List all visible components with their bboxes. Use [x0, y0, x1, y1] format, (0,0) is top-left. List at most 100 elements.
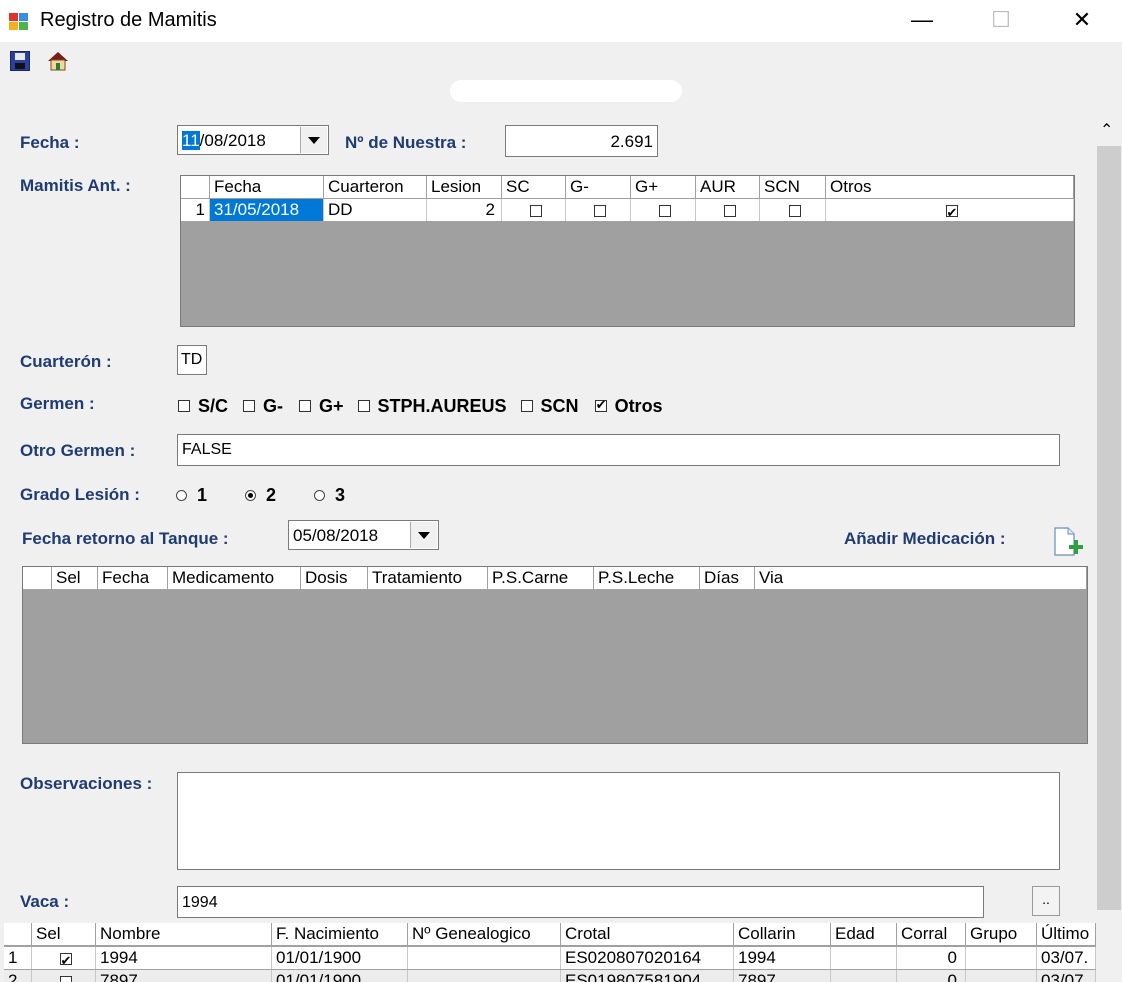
- checkbox-germen-gneg[interactable]: [243, 400, 256, 412]
- cell-otros[interactable]: [826, 199, 1074, 221]
- cell-fnacimiento[interactable]: 01/01/1900: [272, 970, 408, 982]
- radio-grado-1[interactable]: [176, 489, 187, 501]
- home-icon[interactable]: [46, 49, 70, 73]
- cell-crotal[interactable]: ES019807581904: [561, 970, 734, 982]
- checkbox-sel[interactable]: [59, 975, 72, 982]
- col-header-fecha[interactable]: Fecha: [98, 567, 168, 590]
- cell-aur[interactable]: [696, 199, 760, 221]
- col-header-genealogico[interactable]: Nº Genealogico: [408, 923, 561, 946]
- cell-edad[interactable]: [831, 947, 897, 969]
- scroll-up-icon[interactable]: ⌃: [1100, 120, 1113, 140]
- cell-nombre[interactable]: 7897: [96, 970, 272, 982]
- cell-collarin[interactable]: 7897: [734, 970, 831, 982]
- save-icon[interactable]: [10, 51, 30, 71]
- col-header-gpos[interactable]: G+: [631, 176, 696, 199]
- cell-fecha[interactable]: 31/05/2018: [210, 199, 324, 221]
- cell-gpos[interactable]: [631, 199, 696, 221]
- radio-grado-3[interactable]: [314, 489, 326, 501]
- col-header-scn[interactable]: SCN: [760, 176, 826, 199]
- col-header-edad[interactable]: Edad: [831, 923, 897, 946]
- col-header-collarin[interactable]: Collarin: [734, 923, 831, 946]
- col-header-dias[interactable]: Días: [700, 567, 755, 590]
- checkbox-germen-otros[interactable]: [594, 397, 607, 413]
- vaca-browse-button[interactable]: ..: [1032, 886, 1060, 916]
- col-header-sel[interactable]: Sel: [32, 923, 96, 946]
- muestra-field[interactable]: 2.691: [505, 125, 658, 157]
- checkbox-germen-scn[interactable]: [520, 400, 533, 412]
- cell-crotal[interactable]: ES020807020164: [561, 947, 734, 969]
- cell-sc[interactable]: [502, 199, 566, 221]
- col-header-tratamiento[interactable]: Tratamiento: [368, 567, 488, 590]
- fecha-dropdown-button[interactable]: [300, 127, 327, 153]
- checkbox-aur[interactable]: [723, 204, 736, 217]
- cell-edad[interactable]: [831, 970, 897, 982]
- otro-germen-field[interactable]: FALSE: [177, 434, 1060, 466]
- cell-genealogico[interactable]: [408, 970, 561, 982]
- col-header-ps-carne[interactable]: P.S.Carne: [488, 567, 594, 590]
- scroll-thumb[interactable]: [1097, 146, 1121, 910]
- cell-gneg[interactable]: [566, 199, 631, 221]
- checkbox-germen-sc[interactable]: [178, 400, 190, 412]
- checkbox-germen-gpos[interactable]: [299, 400, 312, 412]
- table-row[interactable]: 2 7897 01/01/1900 ES019807581904 7897 0 …: [4, 970, 1096, 982]
- grado-option-3[interactable]: 3: [314, 485, 345, 506]
- col-header-aur[interactable]: AUR: [696, 176, 760, 199]
- fecha-date-picker[interactable]: 11/08/2018: [177, 125, 329, 155]
- checkbox-sel[interactable]: [59, 950, 72, 969]
- germen-option-gneg[interactable]: G-: [243, 396, 283, 417]
- col-header-sel[interactable]: Sel: [52, 567, 98, 590]
- col-header-lesion[interactable]: Lesion: [427, 176, 502, 199]
- col-header-sc[interactable]: SC: [502, 176, 566, 199]
- germen-option-gpos[interactable]: G+: [299, 396, 344, 417]
- table-row[interactable]: 1 31/05/2018 DD 2: [181, 199, 1074, 221]
- germen-option-sc[interactable]: S/C: [178, 396, 228, 417]
- medicacion-grid[interactable]: Sel Fecha Medicamento Dosis Tratamiento …: [22, 566, 1088, 744]
- checkbox-germen-aureus[interactable]: [357, 400, 370, 412]
- col-header-gneg[interactable]: G-: [566, 176, 631, 199]
- germen-option-scn[interactable]: SCN: [520, 396, 579, 417]
- germen-option-aureus[interactable]: STPH.AUREUS: [357, 396, 507, 417]
- cell-ultimo[interactable]: 03/07: [1037, 970, 1096, 982]
- cuarteron-field[interactable]: TD: [177, 345, 207, 375]
- observaciones-textarea[interactable]: [177, 772, 1060, 870]
- close-button[interactable]: ✕: [1052, 0, 1112, 42]
- maximize-button[interactable]: ☐: [971, 0, 1031, 42]
- grado-option-1[interactable]: 1: [176, 485, 207, 506]
- table-row[interactable]: 1 1994 01/01/1900 ES020807020164 1994 0 …: [4, 947, 1096, 969]
- col-header-fecha[interactable]: Fecha: [210, 176, 324, 199]
- cell-sel[interactable]: [32, 970, 96, 982]
- fecha-retorno-date-picker[interactable]: 05/08/2018: [288, 520, 439, 550]
- col-header-fnacimiento[interactable]: F. Nacimiento: [272, 923, 408, 946]
- cell-corral[interactable]: 0: [897, 970, 966, 982]
- cell-grupo[interactable]: [966, 970, 1037, 982]
- vaca-field[interactable]: 1994: [177, 886, 984, 918]
- cell-lesion[interactable]: 2: [427, 199, 502, 221]
- col-header-grupo[interactable]: Grupo: [966, 923, 1037, 946]
- radio-grado-2[interactable]: [245, 489, 257, 501]
- col-header-ps-leche[interactable]: P.S.Leche: [594, 567, 700, 590]
- col-header-via[interactable]: Via: [755, 567, 1087, 590]
- col-header-corral[interactable]: Corral: [897, 923, 966, 946]
- minimize-button[interactable]: —: [892, 0, 952, 42]
- col-header-cuarteron[interactable]: Cuarteron: [324, 176, 427, 199]
- checkbox-sc[interactable]: [529, 204, 542, 217]
- checkbox-otros[interactable]: [945, 202, 958, 221]
- cell-cuarteron[interactable]: DD: [324, 199, 427, 221]
- cell-collarin[interactable]: 1994: [734, 947, 831, 969]
- col-header-nombre[interactable]: Nombre: [96, 923, 272, 946]
- mamitis-ant-grid[interactable]: Fecha Cuarteron Lesion SC G- G+ AUR SCN …: [180, 175, 1075, 327]
- grado-option-2[interactable]: 2: [245, 485, 276, 506]
- cell-nombre[interactable]: 1994: [96, 947, 272, 969]
- cell-sel[interactable]: [32, 947, 96, 969]
- cell-grupo[interactable]: [966, 947, 1037, 969]
- cell-corral[interactable]: 0: [897, 947, 966, 969]
- cell-genealogico[interactable]: [408, 947, 561, 969]
- col-header-crotal[interactable]: Crotal: [561, 923, 734, 946]
- checkbox-gpos[interactable]: [659, 204, 671, 217]
- cell-ultimo[interactable]: 03/07.: [1037, 947, 1096, 969]
- germen-option-otros[interactable]: Otros: [594, 396, 663, 417]
- checkbox-scn[interactable]: [788, 204, 801, 217]
- cell-fnacimiento[interactable]: 01/01/1900: [272, 947, 408, 969]
- checkbox-gneg[interactable]: [594, 204, 606, 217]
- col-header-dosis[interactable]: Dosis: [301, 567, 368, 590]
